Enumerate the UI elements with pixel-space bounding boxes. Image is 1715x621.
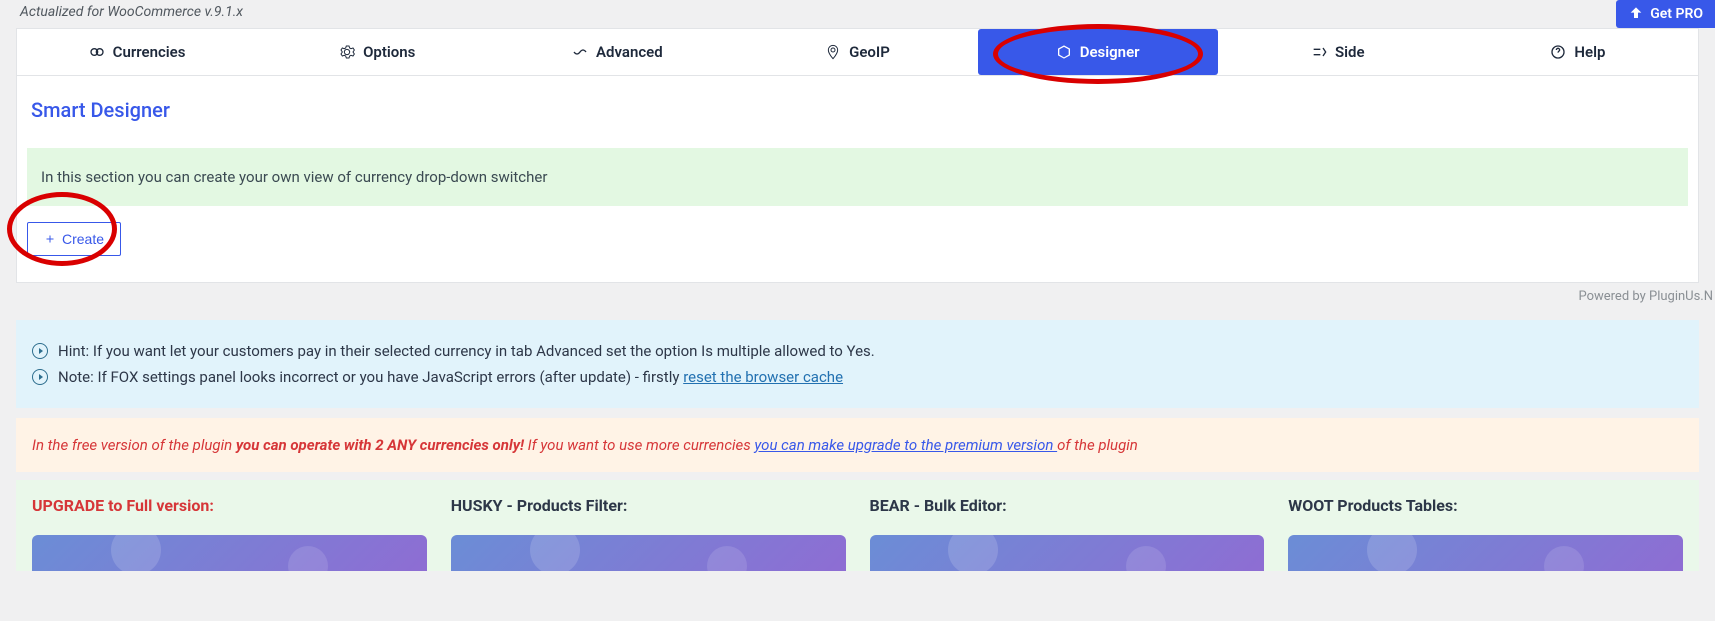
help-icon [1550,44,1566,60]
promo-title: WOOT Products Tables: [1288,496,1683,515]
promo-image [1288,535,1683,571]
upgrade-bold: you can operate with 2 ANY currencies on… [236,436,524,454]
tab-currencies[interactable]: Currencies [17,29,257,75]
create-button[interactable]: Create [27,222,121,256]
location-icon [825,44,841,60]
note-text: Note: If FOX settings panel looks incorr… [58,368,843,386]
create-label: Create [62,231,104,247]
tab-label: GeoIP [849,43,890,61]
promo-woot[interactable]: WOOT Products Tables: [1288,496,1683,571]
powered-by: Powered by PluginUs.N [0,283,1715,310]
advanced-icon [572,44,588,60]
promo-image [32,535,427,571]
hint-text: Hint: If you want let your customers pay… [58,342,875,360]
promo-title: UPGRADE to Full version: [32,496,427,515]
tab-label: Designer [1080,43,1140,61]
tab-label: Advanced [596,43,663,61]
arrow-right-icon [32,343,48,359]
side-icon [1311,44,1327,60]
settings-panel: Currencies Options Advanced GeoIP Design… [16,28,1699,283]
promo-bear[interactable]: BEAR - Bulk Editor: [870,496,1265,571]
get-pro-label: Get PRO [1650,6,1703,22]
promo-upgrade[interactable]: UPGRADE to Full version: [32,496,427,571]
tab-label: Options [363,43,415,61]
hint-box: Hint: If you want let your customers pay… [16,320,1699,408]
version-line: Actualized for WooCommerce v.9.1.x [0,0,1715,28]
tab-help[interactable]: Help [1458,29,1698,75]
cube-icon [1056,44,1072,60]
upgrade-link[interactable]: you can make upgrade to the premium vers… [754,436,1057,454]
promo-husky[interactable]: HUSKY - Products Filter: [451,496,846,571]
gear-icon [339,44,355,60]
hint-line: Hint: If you want let your customers pay… [32,338,1683,364]
upgrade-notice: In the free version of the plugin you ca… [16,418,1699,472]
tab-geoip[interactable]: GeoIP [737,29,977,75]
info-banner: In this section you can create your own … [27,148,1688,206]
tab-label: Help [1574,43,1605,61]
tab-options[interactable]: Options [257,29,497,75]
section-title: Smart Designer [17,76,1698,148]
get-pro-button[interactable]: Get PRO [1616,0,1715,28]
tabs-bar: Currencies Options Advanced GeoIP Design… [17,29,1698,76]
promo-image [870,535,1265,571]
tab-side[interactable]: Side [1218,29,1458,75]
create-row: Create [17,206,1698,282]
upgrade-icon [1628,6,1644,22]
tab-label: Currencies [113,43,186,61]
promo-title: HUSKY - Products Filter: [451,496,846,515]
tab-designer[interactable]: Designer [978,29,1218,75]
note-line: Note: If FOX settings panel looks incorr… [32,364,1683,390]
plus-icon [44,233,56,245]
promos-row: UPGRADE to Full version: HUSKY - Product… [16,480,1699,571]
arrow-right-icon [32,369,48,385]
tab-label: Side [1335,43,1365,61]
reset-cache-link[interactable]: reset the browser cache [683,368,843,386]
promo-image [451,535,846,571]
currencies-icon [89,44,105,60]
tab-advanced[interactable]: Advanced [497,29,737,75]
promo-title: BEAR - Bulk Editor: [870,496,1265,515]
